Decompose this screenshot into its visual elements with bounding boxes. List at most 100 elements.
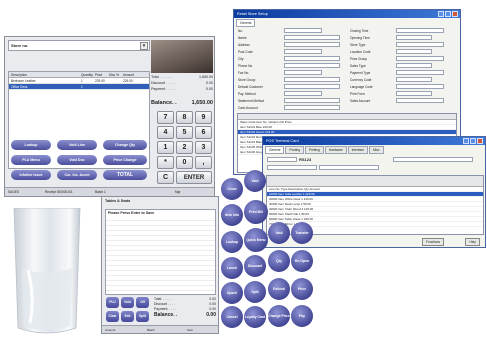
- close-icon[interactable]: [477, 138, 483, 144]
- lunch-button[interactable]: Lunch: [221, 257, 243, 279]
- infoline-issue-button[interactable]: Infoline Issue: [11, 170, 51, 180]
- key-5[interactable]: 5: [176, 126, 193, 139]
- text-field[interactable]: [396, 70, 444, 75]
- split-round-button[interactable]: Split: [244, 281, 266, 303]
- void-doc-button[interactable]: Void Doc: [57, 155, 97, 165]
- row-disc: [107, 84, 121, 89]
- tab-posting[interactable]: Posting: [285, 146, 304, 154]
- store-selector[interactable]: Store no. ▾: [8, 40, 150, 51]
- plu-button[interactable]: PLU: [106, 297, 119, 308]
- void-button[interactable]: Void: [121, 297, 134, 308]
- enter-key[interactable]: ENTER: [176, 171, 212, 184]
- transfer-button[interactable]: Transfer: [291, 222, 313, 244]
- lookup-button[interactable]: Lookup: [11, 140, 51, 150]
- tab-hardware[interactable]: Hardware: [324, 146, 347, 154]
- key-7[interactable]: 7: [157, 111, 174, 124]
- discount-button[interactable]: Discount: [244, 255, 266, 277]
- text-field[interactable]: [284, 35, 340, 40]
- minimize-icon[interactable]: [463, 138, 469, 144]
- off-button[interactable]: Off: [136, 297, 149, 308]
- text-field[interactable]: [396, 98, 444, 103]
- reopen-button[interactable]: Re-Open: [291, 250, 313, 272]
- text-field[interactable]: [284, 98, 340, 103]
- balance-value: 0.00: [206, 312, 216, 318]
- text-field[interactable]: [396, 84, 444, 89]
- search-field[interactable]: [393, 157, 473, 162]
- text-field[interactable]: [284, 105, 340, 110]
- name-field[interactable]: [267, 165, 317, 170]
- exit-button[interactable]: Exit: [121, 311, 134, 322]
- text-field[interactable]: [284, 91, 322, 96]
- maximize-icon[interactable]: [445, 11, 451, 17]
- void-item-button[interactable]: Void: [268, 222, 290, 244]
- text-field[interactable]: [284, 77, 340, 82]
- void-round-button[interactable]: Void: [244, 170, 266, 192]
- text-field[interactable]: [284, 42, 340, 47]
- cancel-button[interactable]: Cancel: [221, 306, 243, 328]
- form-row: Opening Time: [350, 35, 432, 40]
- text-field[interactable]: [284, 84, 340, 89]
- text-field[interactable]: [396, 35, 432, 40]
- key-multiply[interactable]: *: [157, 156, 174, 169]
- key-2[interactable]: 2: [176, 141, 193, 154]
- price-change-button[interactable]: Price Change: [103, 155, 147, 165]
- key-0[interactable]: 0: [176, 156, 193, 169]
- key-9[interactable]: 9: [195, 111, 212, 124]
- lookup-round-button[interactable]: Lookup: [221, 231, 243, 253]
- text-field[interactable]: [396, 28, 444, 33]
- tab-printing[interactable]: Printing: [304, 146, 324, 154]
- text-field[interactable]: [396, 49, 432, 54]
- key-6[interactable]: 6: [195, 126, 212, 139]
- cover-button[interactable]: Cover: [221, 178, 243, 200]
- tab-general[interactable]: General: [265, 146, 285, 154]
- refund-button[interactable]: Refund: [268, 278, 290, 300]
- text-field[interactable]: [284, 49, 322, 54]
- help-button[interactable]: Help: [465, 238, 480, 246]
- clear-button[interactable]: Clear: [106, 311, 119, 322]
- total-button[interactable]: TOTAL: [103, 170, 147, 180]
- text-field[interactable]: [396, 42, 444, 47]
- print-bill-button[interactable]: Print Bill: [244, 200, 268, 224]
- tab-misc[interactable]: Misc: [369, 146, 384, 154]
- key-3[interactable]: 3: [195, 141, 212, 154]
- text-field[interactable]: [396, 56, 444, 61]
- close-icon[interactable]: [452, 11, 458, 17]
- text-field[interactable]: [396, 63, 432, 68]
- terminal-no-field[interactable]: [267, 157, 297, 162]
- key-comma[interactable]: ,: [195, 156, 212, 169]
- upsell-button[interactable]: Upsell: [221, 282, 243, 304]
- pay-button[interactable]: Pay: [291, 305, 313, 327]
- text-field[interactable]: [396, 77, 432, 82]
- text-field[interactable]: [396, 91, 432, 96]
- income-account-button[interactable]: Cur. Inc. Accnt: [57, 170, 97, 180]
- text-field[interactable]: [284, 63, 340, 68]
- loyalty-card-button[interactable]: Loyalty Card: [244, 306, 266, 328]
- text-field[interactable]: [284, 56, 340, 61]
- key-4[interactable]: 4: [157, 126, 174, 139]
- field-label: Store Type: [350, 42, 366, 47]
- tab-interface[interactable]: Interface: [347, 146, 369, 154]
- form-row: Fax No.: [238, 70, 322, 75]
- key-1[interactable]: 1: [157, 141, 174, 154]
- text-field[interactable]: [284, 70, 322, 75]
- clear-key[interactable]: C: [157, 171, 174, 184]
- functions-button[interactable]: Functions: [422, 238, 444, 246]
- table-row[interactable]: Office Desk 1: [9, 84, 149, 90]
- plu-menu-button[interactable]: PLU Menu: [11, 155, 51, 165]
- key-8[interactable]: 8: [176, 111, 193, 124]
- chevron-down-icon[interactable]: ▾: [140, 42, 148, 50]
- qty-button[interactable]: Qty: [268, 250, 290, 272]
- tab-general[interactable]: General: [236, 19, 256, 27]
- change-price-button[interactable]: Change Price: [268, 305, 290, 327]
- quick-menu-button[interactable]: Quick Menu: [244, 228, 268, 252]
- change-qty-button[interactable]: Change Qty: [103, 140, 147, 150]
- split-button[interactable]: Split: [136, 311, 149, 322]
- minimize-icon[interactable]: [438, 11, 444, 17]
- void-line-button[interactable]: Void Line: [57, 140, 97, 150]
- text-field[interactable]: [284, 28, 322, 33]
- price-button[interactable]: Price: [291, 278, 313, 300]
- item-info-button[interactable]: Item Info: [221, 204, 243, 226]
- desc-field[interactable]: [319, 165, 379, 170]
- maximize-icon[interactable]: [470, 138, 476, 144]
- payment-value: 0.00: [206, 87, 213, 91]
